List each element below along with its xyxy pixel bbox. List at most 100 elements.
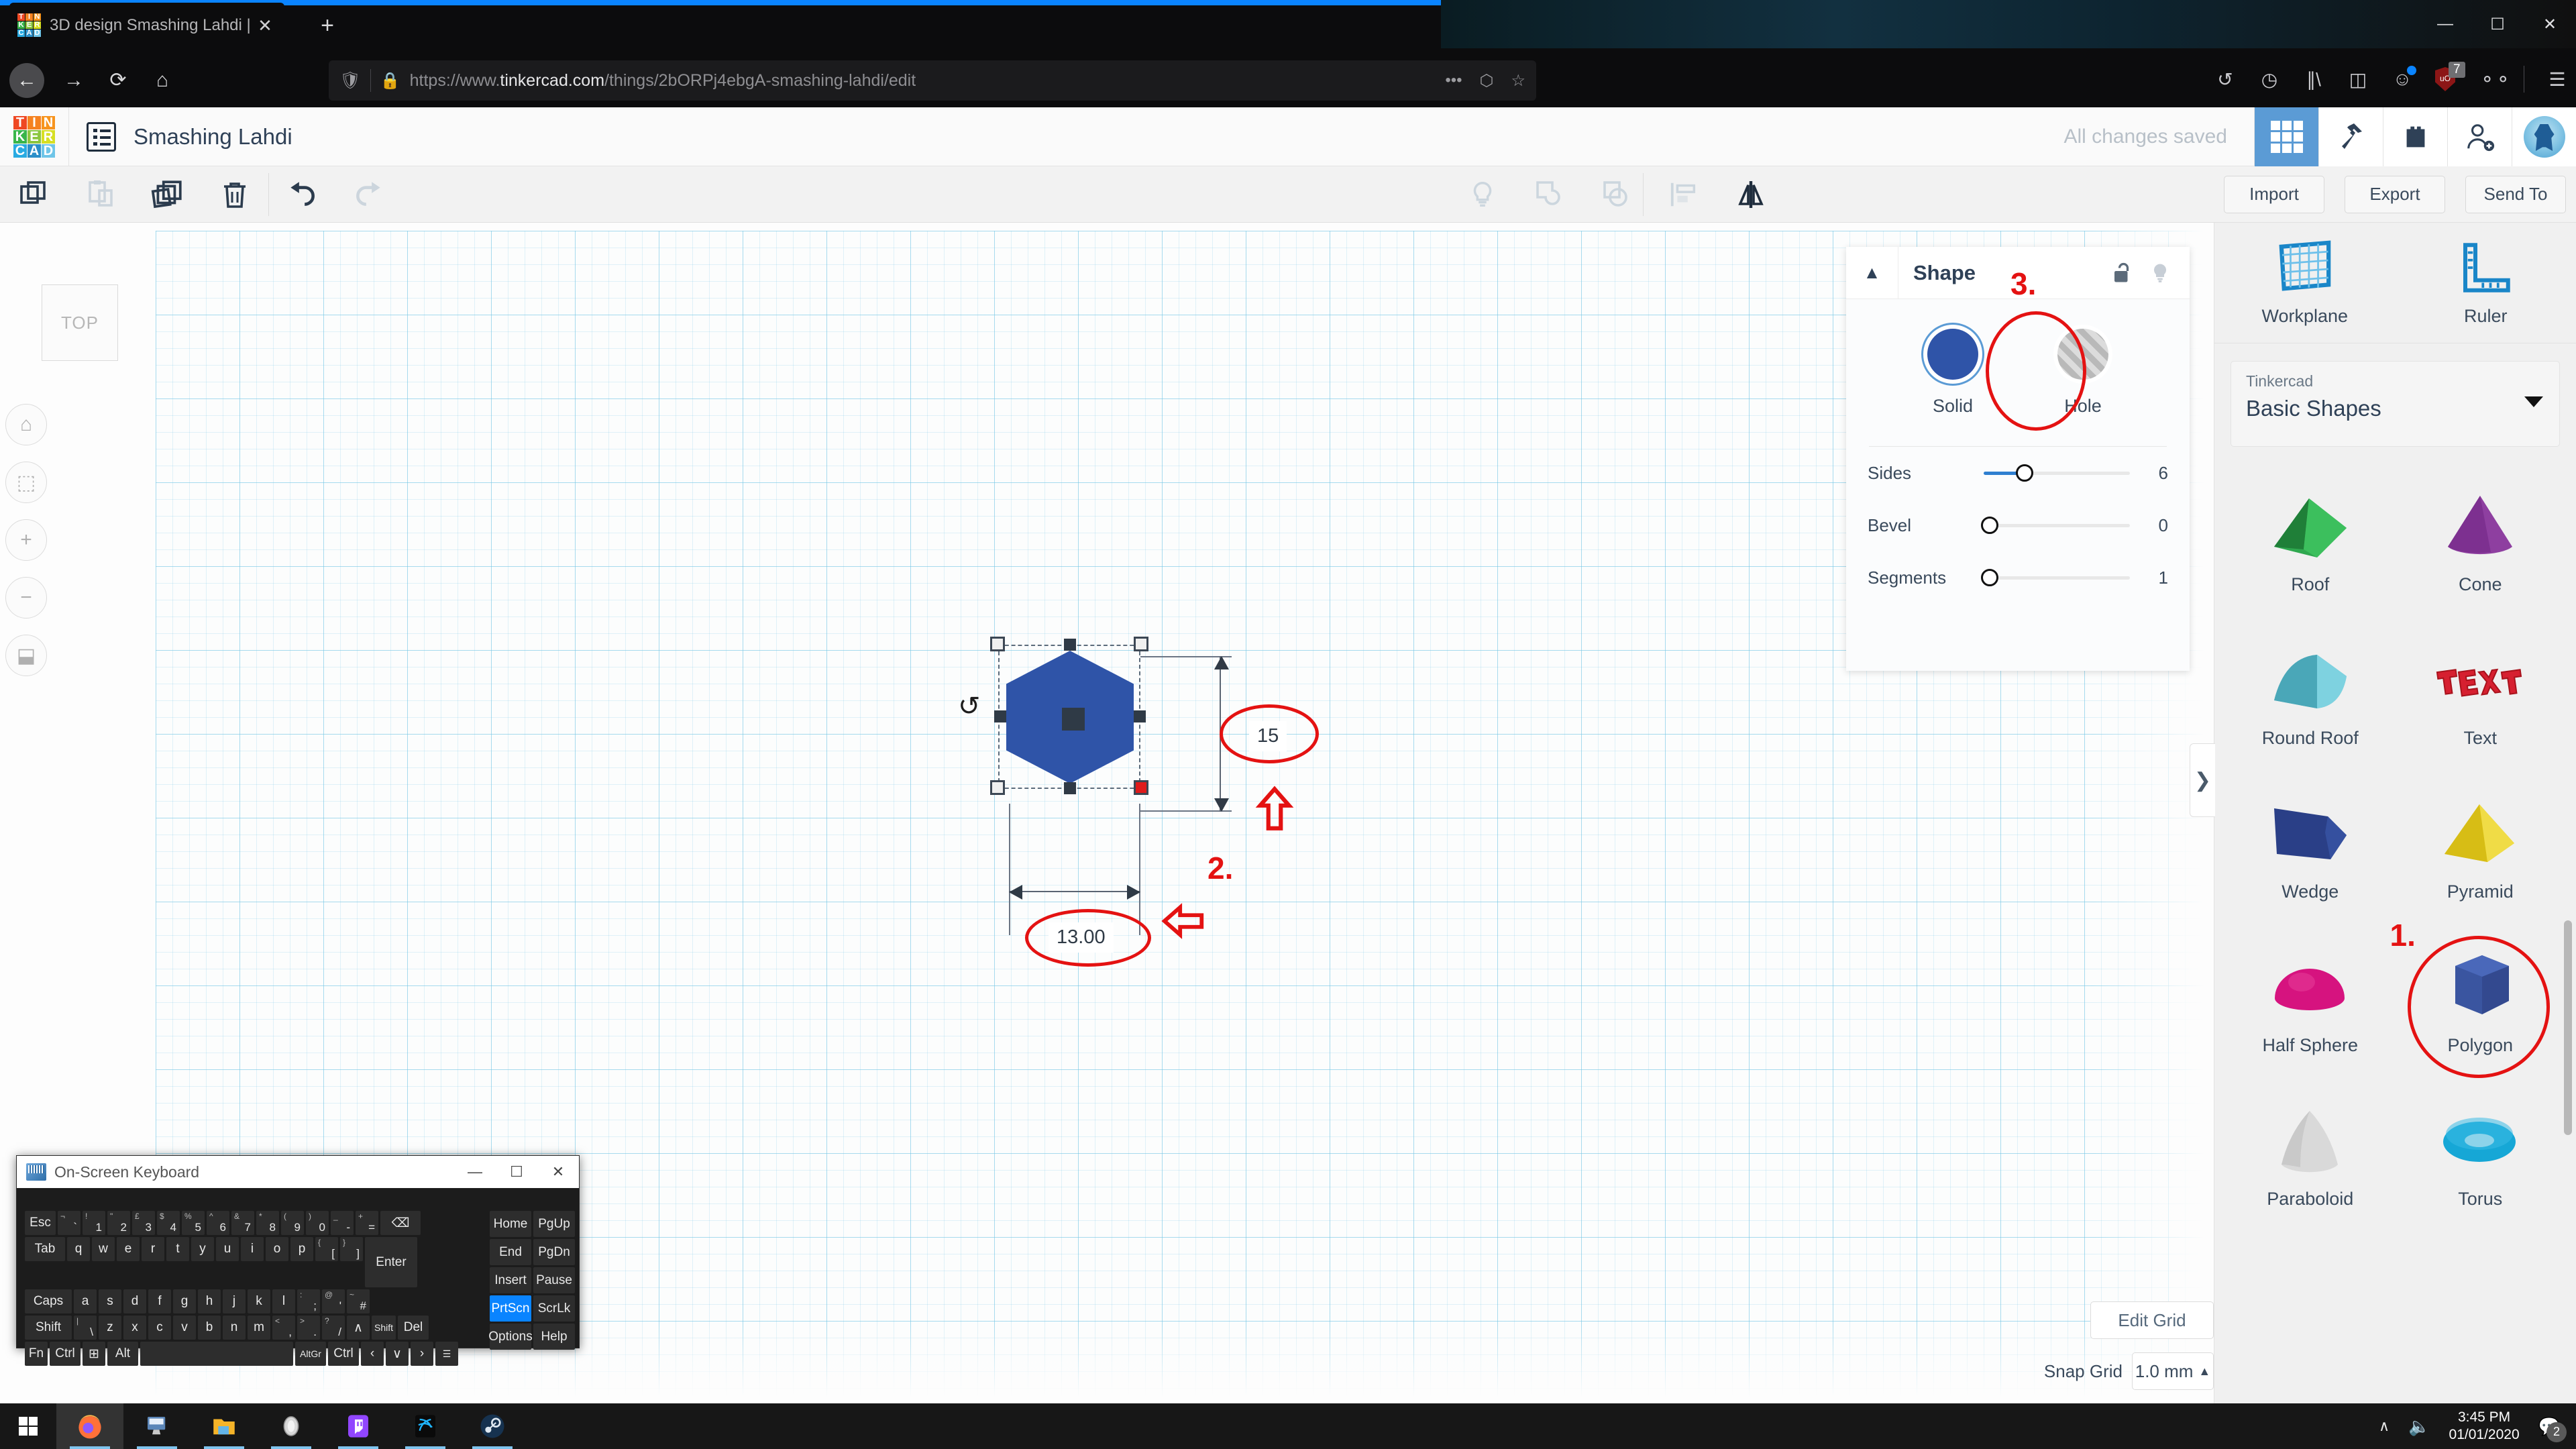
shape-item-wedge[interactable]: Wedge [2225,769,2396,922]
key-9[interactable]: (9 [281,1211,304,1235]
key-q[interactable]: q [67,1237,90,1261]
zoom-in-button[interactable]: + [5,519,47,561]
key-enter[interactable]: Enter [365,1237,417,1287]
osk-minimize-icon[interactable]: — [454,1156,496,1188]
key-a[interactable]: a [74,1289,97,1313]
key-pgup[interactable]: PgUp [533,1211,575,1237]
shape-item-paraboloid[interactable]: Paraboloid [2225,1076,2396,1230]
key-w[interactable]: w [92,1237,115,1261]
key-home[interactable]: Home [490,1211,531,1237]
key-p[interactable]: p [290,1237,313,1261]
key-scrlk[interactable]: ScrLk [533,1295,575,1322]
key-3[interactable]: £3 [132,1211,155,1235]
key-r[interactable]: r [142,1237,164,1261]
key-z[interactable]: z [99,1316,121,1340]
bevel-slider-knob[interactable] [1981,517,1998,534]
volume-app-taskbar-item[interactable] [258,1403,325,1449]
key-m[interactable]: m [248,1316,270,1340]
shape-item-roof[interactable]: Roof [2225,462,2396,615]
paste-button[interactable] [67,166,134,222]
browser-tab[interactable]: TINKERCAD 3D design Smashing Lahdi | Tin… [9,3,284,48]
key-end[interactable]: End [490,1239,531,1265]
key-h[interactable]: h [198,1289,221,1313]
key-tab[interactable]: Tab [25,1237,65,1261]
history-back-icon[interactable]: ↺ [2214,68,2237,91]
shape-item-half-sphere[interactable]: Half Sphere [2225,922,2396,1076]
key-'[interactable]: @' [322,1289,345,1313]
ortho-perspective-button[interactable]: ⬓ [5,635,47,676]
key-ctrl[interactable]: Ctrl [50,1342,80,1366]
account-icon[interactable]: ☺ [2391,68,2414,90]
key-/[interactable]: ?/ [322,1316,345,1340]
key-.[interactable]: >. [297,1316,320,1340]
key-n[interactable]: n [223,1316,246,1340]
shape-item-round-roof[interactable]: Round Roof [2225,615,2396,769]
undo-button[interactable] [268,166,335,222]
taskbar-clock[interactable]: 3:45 PM 01/01/2020 [2449,1409,2520,1444]
blocks-grid-button[interactable] [2254,107,2318,166]
shape-item-pyramid[interactable]: Pyramid [2396,769,2566,922]
fit-view-button[interactable]: ⬚ [5,462,47,503]
key-insert[interactable]: Insert [490,1267,531,1293]
recent-clock-icon[interactable]: ◷ [2258,68,2281,91]
on-screen-keyboard-window[interactable]: On-Screen Keyboard — ☐ ✕ Esc¬`!1"2£3$4%5… [16,1155,580,1348]
lightbulb-icon[interactable] [2141,247,2179,299]
notification-center-icon[interactable]: 💬 2 [2538,1416,2560,1437]
import-button[interactable]: Import [2224,176,2324,213]
osk-close-icon[interactable]: ✕ [537,1156,579,1188]
osk-taskbar-item[interactable] [123,1403,191,1449]
key-`[interactable]: ¬` [58,1211,80,1235]
key-[[interactable]: {[ [315,1237,338,1261]
workplane-tool[interactable]: Workplane [2214,223,2396,343]
key-prtscn[interactable]: PrtScn [490,1295,531,1322]
volume-icon[interactable]: 🔈 [2408,1416,2430,1437]
snap-grid-select[interactable]: 1.0 mm ▲ [2132,1352,2214,1390]
key-options[interactable]: Options [490,1324,531,1350]
key-ctrl[interactable]: Ctrl [328,1342,359,1366]
profile-avatar[interactable] [2512,107,2576,166]
key-;[interactable]: :; [297,1289,320,1313]
delete-button[interactable] [201,166,268,222]
key-l[interactable]: l [272,1289,295,1313]
shape-item-cone[interactable]: Cone [2396,462,2566,615]
segments-slider-knob[interactable] [1981,569,1998,586]
invite-button[interactable] [2447,107,2512,166]
sidebar-icon[interactable]: ◫ [2347,68,2369,91]
key-i[interactable]: i [241,1237,264,1261]
sides-slider[interactable] [1984,472,2130,475]
key-help[interactable]: Help [533,1324,575,1350]
key-8[interactable]: *8 [256,1211,279,1235]
chevron-down-icon[interactable] [2524,396,2543,407]
key--[interactable]: _- [331,1211,354,1235]
key-∨[interactable]: ∨ [386,1342,409,1366]
file-explorer-taskbar-item[interactable] [191,1403,258,1449]
key-e[interactable]: e [117,1237,140,1261]
edit-grid-button[interactable]: Edit Grid [2090,1301,2214,1339]
key-esc[interactable]: Esc [25,1211,56,1235]
key-›[interactable]: › [411,1342,433,1366]
copy-button[interactable] [0,166,67,222]
key-‹[interactable]: ‹ [361,1342,384,1366]
tracking-shield-icon[interactable]: 🛡 [339,71,361,91]
key-⊞[interactable]: ⊞ [83,1342,105,1366]
hamburger-menu-icon[interactable]: ☰ [2546,68,2569,91]
key-o[interactable]: o [266,1237,288,1261]
address-bar[interactable]: 🛡 🔒 https://www.tinkercad.com/things/2bO… [329,60,1536,101]
key-=[interactable]: += [356,1211,378,1235]
key-s[interactable]: s [99,1289,121,1313]
light-toggle-button[interactable] [1449,166,1516,222]
export-button[interactable]: Export [2345,176,2445,213]
close-icon[interactable]: ✕ [254,15,276,36]
key-del[interactable]: Del [398,1316,429,1340]
key-t[interactable]: t [166,1237,189,1261]
send-to-button[interactable]: Send To [2465,176,2566,213]
collapse-sidebar-button[interactable]: ❯ [2190,743,2215,817]
key-u[interactable]: u [216,1237,239,1261]
home-icon[interactable]: ⌂ [145,63,180,98]
key-5[interactable]: %5 [182,1211,205,1235]
group-button[interactable] [1516,166,1583,222]
blocks-button[interactable] [2383,107,2447,166]
duplicate-button[interactable] [134,166,201,222]
key-v[interactable]: v [173,1316,196,1340]
key-1[interactable]: !1 [83,1211,105,1235]
